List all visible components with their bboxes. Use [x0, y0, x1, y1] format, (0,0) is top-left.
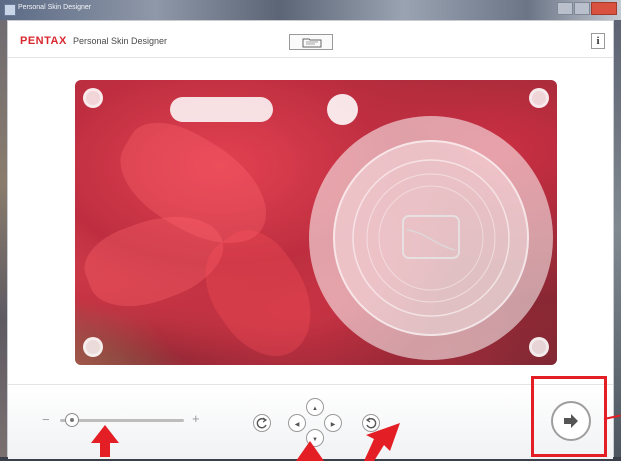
pan-right-button[interactable]: ▶ [324, 414, 342, 432]
rotate-left-icon [256, 417, 268, 429]
maximize-button[interactable] [574, 2, 590, 15]
viewfinder-cutout [327, 94, 358, 125]
zoom-slider-annotation-arrow-icon [91, 425, 119, 457]
corner-mount-bottom-right [529, 337, 549, 357]
corner-mount-top-right [529, 88, 549, 108]
header: PENTAX Personal Skin Designer i [8, 21, 613, 59]
brand-logo: PENTAX [20, 35, 67, 47]
app-title: Personal Skin Designer [73, 36, 168, 46]
corner-mount-bottom-left [83, 337, 103, 357]
canvas-edge-left [60, 80, 72, 365]
desktop-background-right [613, 0, 621, 457]
pan-left-button[interactable]: ◀ [288, 414, 306, 432]
pan-control-annotation-arrow-icon [296, 441, 324, 461]
chevron-right-icon: ▶ [330, 422, 336, 428]
minimize-button[interactable] [557, 2, 573, 15]
skin-preview-image[interactable] [75, 80, 557, 365]
title-bar: Personal Skin Designer [0, 0, 621, 20]
zoom-slider-thumb[interactable] [65, 413, 80, 427]
next-button-highlight [531, 376, 607, 457]
pan-up-button[interactable]: ▲ [306, 398, 324, 416]
canvas-edge-right [560, 80, 572, 365]
design-canvas [8, 58, 613, 384]
zoom-in-icon[interactable]: + [192, 411, 200, 426]
folder-icon [302, 38, 322, 48]
window-title: Personal Skin Designer [18, 4, 92, 11]
chevron-left-icon: ◀ [294, 422, 300, 428]
app-icon [4, 4, 16, 16]
rotate-left-button[interactable] [253, 414, 271, 432]
rotate-annotation-arrow-icon [364, 423, 400, 461]
corner-mount-top-left [83, 88, 103, 108]
chevron-up-icon: ▲ [312, 406, 318, 412]
flash-window-cutout [170, 97, 273, 122]
info-button[interactable]: i [591, 33, 605, 49]
zoom-out-icon[interactable]: − [42, 412, 50, 427]
lens-emblem-icon [352, 159, 510, 317]
folder-button[interactable] [289, 34, 333, 50]
close-button[interactable] [591, 2, 617, 15]
window-controls [556, 2, 617, 15]
app-window: PENTAX Personal Skin Designer i − + ▲ ◀ … [7, 20, 614, 459]
